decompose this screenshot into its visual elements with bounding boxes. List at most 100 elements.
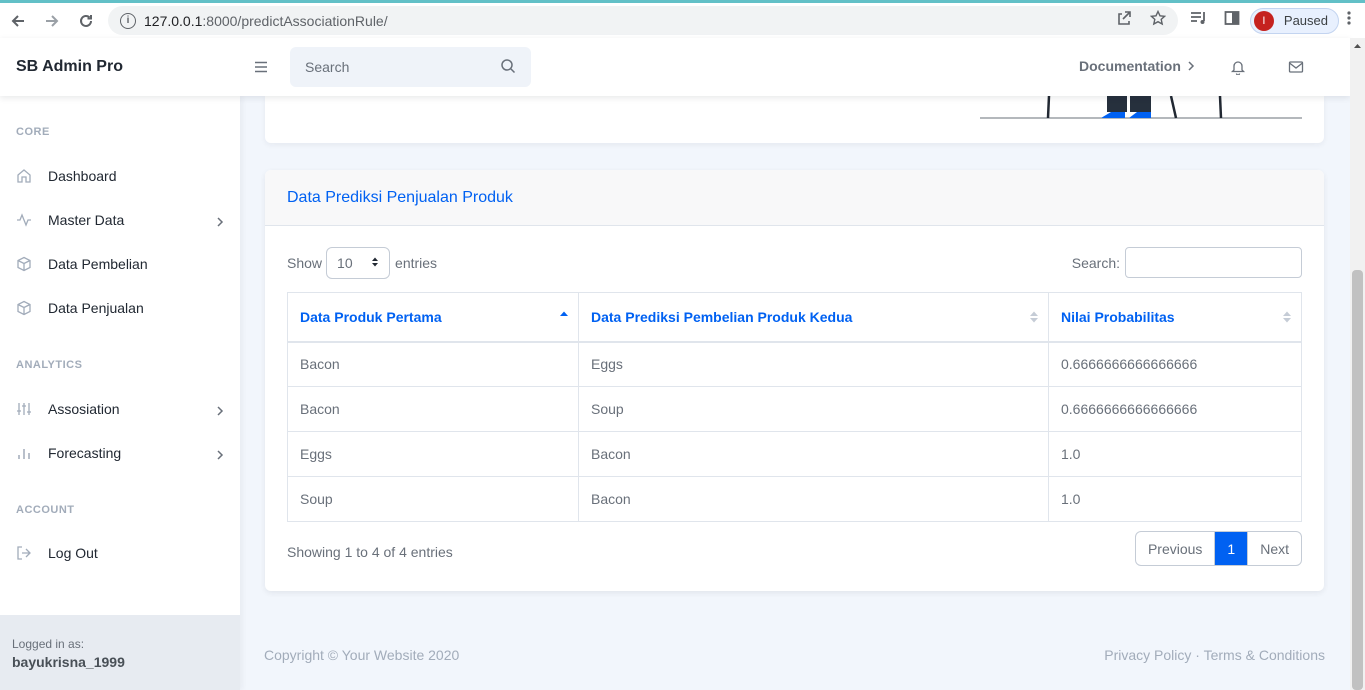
url-path: :8000/predictAssociationRule/ xyxy=(202,12,388,29)
bell-icon[interactable] xyxy=(1230,59,1246,80)
logged-in-label: Logged in as: xyxy=(12,637,85,651)
sidebar-item-master-data[interactable]: Master Data xyxy=(0,200,240,240)
column-header-produk-pertama[interactable]: Data Produk Pertama xyxy=(287,292,579,343)
scroll-up-icon[interactable] xyxy=(1350,40,1365,52)
sort-icon xyxy=(1030,311,1038,323)
log-out-icon xyxy=(16,545,32,561)
footer-separator: · xyxy=(1195,647,1200,663)
chevron-right-icon xyxy=(216,447,224,463)
entries-select[interactable]: 10 xyxy=(326,247,391,279)
sort-icon xyxy=(1283,311,1291,323)
sidebar-heading-core: CORE xyxy=(16,126,50,138)
column-header-label: Data Prediksi Pembelian Produk Kedua xyxy=(591,308,853,325)
page-scrollbar[interactable] xyxy=(1350,38,1365,690)
profile-status: Paused xyxy=(1283,13,1328,28)
table-cell: 1.0 xyxy=(1048,431,1302,477)
sidebar-toggle-icon[interactable] xyxy=(253,59,269,75)
illustration-card xyxy=(265,96,1324,143)
table-cell: 0.6666666666666666 xyxy=(1048,341,1302,387)
table-cell: 0.6666666666666666 xyxy=(1048,386,1302,432)
table-cell: Soup xyxy=(578,386,1049,432)
documentation-link[interactable]: Documentation xyxy=(1079,58,1195,74)
table-search-input[interactable] xyxy=(1125,247,1302,278)
table-cell: Eggs xyxy=(578,341,1049,387)
privacy-policy-link[interactable]: Privacy Policy xyxy=(1104,647,1191,663)
footer-copyright: Copyright © Your Website 2020 xyxy=(264,647,460,663)
select-arrows-icon xyxy=(371,255,379,271)
entries-length-control: Show 10 entries xyxy=(287,247,437,279)
activity-icon xyxy=(16,212,32,228)
prediction-card: Data Prediksi Penjualan Produk Show 10 e… xyxy=(265,170,1324,591)
brand-logo[interactable]: SB Admin Pro xyxy=(16,58,123,76)
column-header-label: Nilai Probabilitas xyxy=(1061,308,1175,325)
page-1-button[interactable]: 1 xyxy=(1215,532,1248,565)
column-header-prediksi-produk-kedua[interactable]: Data Prediksi Pembelian Produk Kedua xyxy=(578,292,1049,343)
illustration-image xyxy=(980,96,1302,119)
previous-page-button[interactable]: Previous xyxy=(1136,532,1216,565)
sidebar-item-label: Data Penjualan xyxy=(48,300,144,316)
table-row: Bacon Soup 0.6666666666666666 xyxy=(287,386,1302,432)
terms-link[interactable]: Terms & Conditions xyxy=(1204,647,1325,663)
logged-in-user: bayukrisna_1999 xyxy=(12,654,125,670)
sidebar-item-label: Assosiation xyxy=(48,401,120,417)
table-header-row: Data Produk Pertama Data Prediksi Pembel… xyxy=(287,292,1302,343)
media-queue-icon[interactable] xyxy=(1190,10,1208,31)
sort-ascending-icon xyxy=(560,311,568,316)
table-row: Eggs Bacon 1.0 xyxy=(287,431,1302,477)
sidebar-item-label: Master Data xyxy=(48,212,125,228)
table-search-label: Search: xyxy=(1071,254,1120,271)
sidebar-item-label: Data Pembelian xyxy=(48,256,148,272)
search-icon[interactable] xyxy=(500,58,516,77)
scroll-thumb[interactable] xyxy=(1352,270,1363,690)
sidebar-heading-account: ACCOUNT xyxy=(16,504,75,516)
bookmark-star-icon[interactable] xyxy=(1149,9,1167,31)
column-header-nilai-probabilitas[interactable]: Nilai Probabilitas xyxy=(1048,292,1302,343)
table-cell: Bacon xyxy=(287,341,579,387)
footer-links: Privacy Policy · Terms & Conditions xyxy=(1104,647,1325,663)
sidebar-item-data-penjualan[interactable]: Data Penjualan xyxy=(0,288,240,328)
sliders-icon xyxy=(16,401,32,417)
prediction-table: Data Produk Pertama Data Prediksi Pembel… xyxy=(287,292,1302,522)
profile-avatar: I xyxy=(1253,10,1274,31)
sidebar-item-assosiation[interactable]: Assosiation xyxy=(0,389,240,429)
package-icon xyxy=(16,300,32,316)
next-page-button[interactable]: Next xyxy=(1247,532,1301,565)
show-label: Show xyxy=(287,255,323,271)
entries-select-value: 10 xyxy=(337,255,353,271)
search-input[interactable]: Search xyxy=(290,47,531,87)
share-icon[interactable] xyxy=(1116,10,1132,31)
sidebar-item-dashboard[interactable]: Dashboard xyxy=(0,156,240,196)
sidebar-footer: Logged in as: bayukrisna_1999 xyxy=(0,615,240,690)
chevron-right-icon xyxy=(216,214,224,230)
entries-label: entries xyxy=(395,255,438,271)
table-row: Bacon Eggs 0.6666666666666666 xyxy=(287,341,1302,387)
back-icon[interactable] xyxy=(2,5,34,37)
site-info-icon[interactable]: i xyxy=(120,12,136,29)
sidebar-item-log-out[interactable]: Log Out xyxy=(0,533,240,573)
table-cell: Soup xyxy=(287,476,579,522)
url-host: 127.0.0.1 xyxy=(144,12,203,29)
side-panel-icon[interactable] xyxy=(1224,10,1240,31)
table-cell: Bacon xyxy=(287,386,579,432)
pagination: Previous 1 Next xyxy=(1134,531,1302,566)
chevron-right-icon xyxy=(1187,58,1195,74)
sidebar: CORE Dashboard Master Data Data Pembelia… xyxy=(0,96,240,690)
sidebar-item-label: Log Out xyxy=(48,545,98,561)
package-icon xyxy=(16,256,32,272)
reload-icon[interactable] xyxy=(70,5,102,37)
column-header-label: Data Produk Pertama xyxy=(300,308,442,325)
sidebar-item-forecasting[interactable]: Forecasting xyxy=(0,433,240,473)
table-cell: Bacon xyxy=(578,431,1049,477)
browser-menu-icon[interactable] xyxy=(1347,10,1351,31)
sidebar-item-data-pembelian[interactable]: Data Pembelian xyxy=(0,244,240,284)
documentation-label: Documentation xyxy=(1079,58,1181,74)
mail-icon[interactable] xyxy=(1288,59,1304,80)
forward-icon[interactable] xyxy=(36,5,68,37)
sidebar-item-label: Forecasting xyxy=(48,445,122,461)
profile-button[interactable]: I Paused xyxy=(1249,7,1339,34)
table-cell: Bacon xyxy=(578,476,1049,522)
address-bar[interactable]: i 127.0.0.1:8000/predictAssociationRule/ xyxy=(108,6,1178,35)
table-cell: Eggs xyxy=(287,431,579,477)
bar-chart-icon xyxy=(16,445,32,461)
top-navbar: SB Admin Pro Search Documentation xyxy=(0,38,1350,96)
